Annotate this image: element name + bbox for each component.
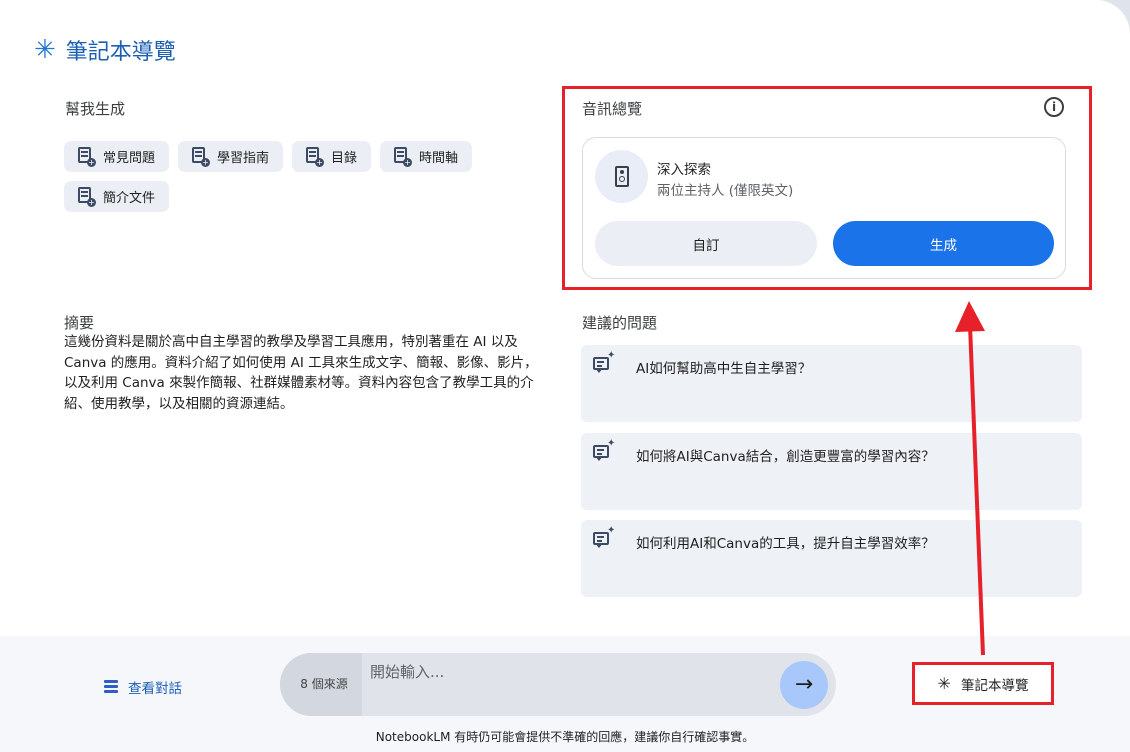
chat-sparkle-icon: ✦ bbox=[593, 525, 615, 548]
view-chat-button[interactable]: 查看對話 bbox=[104, 677, 182, 697]
suggested-question-text: AI如何幫助高中生自主學習？ bbox=[636, 361, 812, 377]
suggested-question[interactable]: ✦ 如何利用AI和Canva的工具，提升自主學習效率？ bbox=[581, 520, 1082, 597]
chip-timeline[interactable]: + 時間軸 bbox=[380, 141, 473, 172]
chip-label: 學習指南 bbox=[217, 151, 270, 166]
customize-button[interactable]: 自訂 bbox=[595, 221, 817, 266]
notebook-guide-panel: ✳ 筆記本導覽 幫我生成 + 常見問題 + 學習指南 + 目錄 + 時間軸 + … bbox=[0, 0, 1130, 752]
deep-dive-subtitle: 兩位主持人 (僅限英文) bbox=[657, 183, 794, 199]
page-header: ✳ 筆記本導覽 bbox=[34, 34, 176, 66]
info-icon[interactable]: i bbox=[1044, 97, 1064, 117]
chat-sparkle-icon: ✦ bbox=[593, 350, 615, 373]
help-section-title: 幫我生成 bbox=[65, 100, 126, 118]
chip-label: 目錄 bbox=[331, 151, 358, 166]
audio-overview-title: 音訊總覽 bbox=[582, 100, 643, 118]
document-add-icon: + bbox=[192, 147, 211, 167]
summary-title: 摘要 bbox=[64, 314, 95, 332]
speaker-icon bbox=[595, 150, 648, 203]
sources-count[interactable]: 8 個來源 bbox=[280, 653, 362, 716]
chat-input[interactable] bbox=[370, 657, 770, 687]
arrow-right-icon: → bbox=[794, 672, 814, 697]
chat-sparkle-icon: ✦ bbox=[593, 438, 615, 461]
document-add-icon: + bbox=[306, 147, 325, 167]
generate-chips: + 常見問題 + 學習指南 + 目錄 + 時間軸 + 簡介文件 bbox=[64, 141, 534, 212]
chip-briefing-doc[interactable]: + 簡介文件 bbox=[64, 181, 170, 212]
suggested-questions-title: 建議的問題 bbox=[582, 314, 658, 332]
chip-label: 常見問題 bbox=[103, 151, 156, 166]
document-add-icon: + bbox=[394, 147, 413, 167]
suggested-question[interactable]: ✦ AI如何幫助高中生自主學習？ bbox=[581, 345, 1082, 422]
document-add-icon: + bbox=[78, 147, 96, 167]
suggested-question-text: 如何將AI與Canva結合，創造更豐富的學習內容？ bbox=[636, 449, 935, 465]
disclaimer-text: NotebookLM 有時仍可能會提供不準確的回應，建議你自行確認事實。 bbox=[375, 730, 755, 744]
asterisk-icon: ✳ bbox=[34, 35, 56, 65]
suggested-question-text: 如何利用AI和Canva的工具，提升自主學習效率？ bbox=[636, 536, 935, 552]
send-button[interactable]: → bbox=[780, 661, 828, 709]
generate-button[interactable]: 生成 bbox=[833, 221, 1054, 266]
audio-overview-card: 深入探索 兩位主持人 (僅限英文) 自訂 生成 bbox=[582, 137, 1066, 279]
page-title: 筆記本導覽 bbox=[65, 40, 176, 65]
suggested-question[interactable]: ✦ 如何將AI與Canva結合，創造更豐富的學習內容？ bbox=[581, 433, 1082, 510]
chip-label: 簡介文件 bbox=[103, 191, 156, 206]
asterisk-icon: ✳ bbox=[937, 674, 951, 693]
chip-label: 時間軸 bbox=[419, 151, 459, 166]
deep-dive-title: 深入探索 bbox=[657, 162, 711, 178]
chip-table-of-contents[interactable]: + 目錄 bbox=[292, 141, 372, 172]
view-chat-label: 查看對話 bbox=[128, 681, 182, 697]
notebook-guide-label: 筆記本導覽 bbox=[960, 677, 1029, 694]
chip-faq[interactable]: + 常見問題 bbox=[64, 141, 170, 172]
chat-list-icon bbox=[104, 680, 118, 694]
chip-study-guide[interactable]: + 學習指南 bbox=[178, 141, 284, 172]
notebook-guide-button[interactable]: ✳ 筆記本導覽 bbox=[912, 662, 1054, 705]
document-add-icon: + bbox=[78, 187, 96, 207]
chat-input-bar: 8 個來源 → bbox=[280, 653, 836, 716]
summary-text: 這幾份資料是關於高中自主學習的教學及學習工具應用，特別著重在 AI 以及 Can… bbox=[64, 334, 538, 412]
